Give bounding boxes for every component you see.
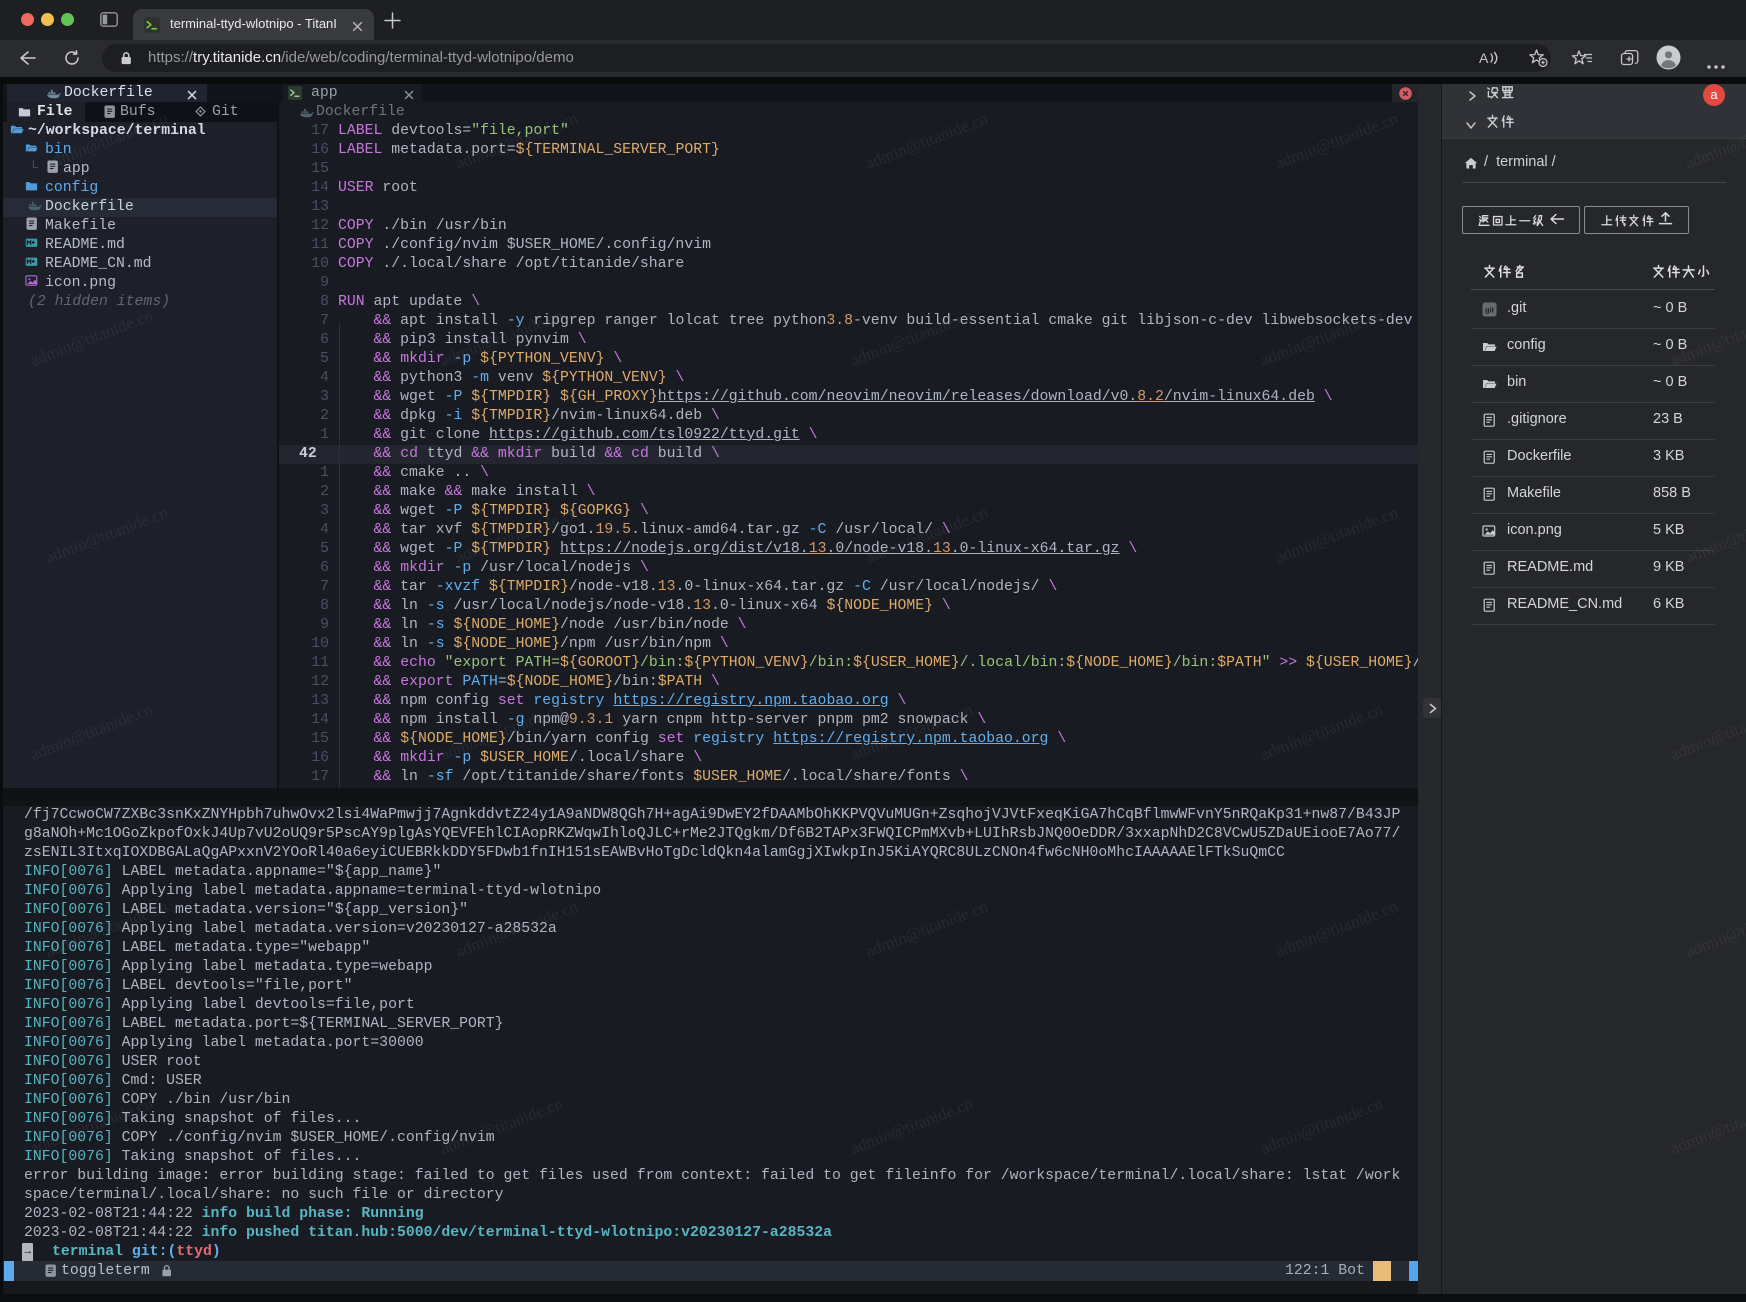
svg-text:A: A [1479,50,1489,66]
svg-text:git: git [1485,306,1495,315]
